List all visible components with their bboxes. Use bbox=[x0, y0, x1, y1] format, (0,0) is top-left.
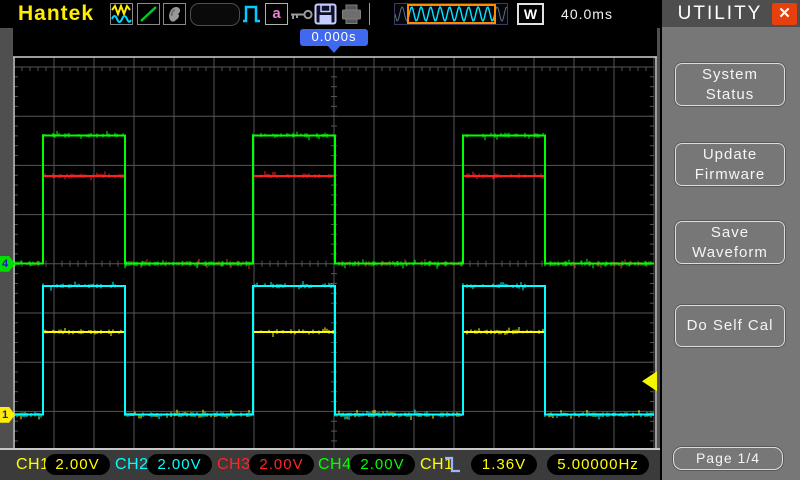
save-waveform-button[interactable]: Save Waveform bbox=[675, 221, 785, 264]
key-icon[interactable] bbox=[290, 9, 313, 20]
do-self-cal-button[interactable]: Do Self Cal bbox=[675, 305, 785, 347]
trigger-level-readout: 1.36V bbox=[471, 454, 537, 475]
update-firmware-button[interactable]: Update Firmware bbox=[675, 143, 785, 186]
left-margin bbox=[0, 28, 13, 448]
ch3-label: CH3 bbox=[217, 456, 251, 473]
oscilloscope-screen: Hantek a W 40.0ms 0.000s 4 1 UTILITY ✕ S… bbox=[0, 0, 800, 480]
status-bar: CH1 2.00V CH2 2.00V CH3 2.00V CH4 2.00V … bbox=[0, 448, 660, 480]
toolbar-divider bbox=[369, 3, 370, 25]
falling-edge-icon bbox=[444, 455, 462, 474]
pulse-icon[interactable] bbox=[242, 4, 262, 24]
timebase-readout: 40.0ms bbox=[549, 3, 625, 25]
save-floppy-icon[interactable] bbox=[314, 3, 337, 25]
close-icon: ✕ bbox=[778, 4, 791, 22]
line-style-icon[interactable] bbox=[137, 3, 160, 25]
print-icon[interactable] bbox=[340, 3, 363, 25]
ch2-scale-readout: 2.00V bbox=[147, 454, 212, 475]
ch4-label: CH4 bbox=[318, 456, 352, 473]
waveform-preview[interactable] bbox=[394, 3, 508, 25]
top-bar: Hantek a W 40.0ms bbox=[0, 0, 660, 28]
waveform-traces bbox=[14, 130, 654, 421]
system-status-button[interactable]: System Status bbox=[675, 63, 785, 106]
utility-menu-panel: UTILITY ✕ System Status Update Firmware … bbox=[660, 0, 800, 480]
waveform-channels-icon[interactable] bbox=[110, 3, 133, 25]
panel-title: UTILITY bbox=[677, 2, 763, 24]
hand-icon[interactable] bbox=[163, 3, 186, 25]
trigger-position-tag[interactable]: 0.000s bbox=[300, 29, 368, 46]
page-indicator-button[interactable]: Page 1/4 bbox=[673, 447, 783, 470]
menu-slot bbox=[190, 3, 240, 26]
ch2-label: CH2 bbox=[115, 456, 149, 473]
ch3-scale-readout: 2.00V bbox=[249, 454, 314, 475]
ch1-scale-readout: 2.00V bbox=[45, 454, 110, 475]
hantek-logo: Hantek bbox=[18, 2, 95, 25]
ch4-scale-readout: 2.00V bbox=[350, 454, 415, 475]
panel-header: UTILITY ✕ bbox=[662, 0, 800, 27]
close-button[interactable]: ✕ bbox=[772, 2, 797, 25]
auto-letter-icon[interactable]: a bbox=[265, 3, 288, 25]
waveform-display: 0.000s 4 1 bbox=[0, 28, 660, 448]
trigger-frequency-readout: 5.00000Hz bbox=[547, 454, 649, 475]
w-icon[interactable]: W bbox=[517, 3, 544, 25]
